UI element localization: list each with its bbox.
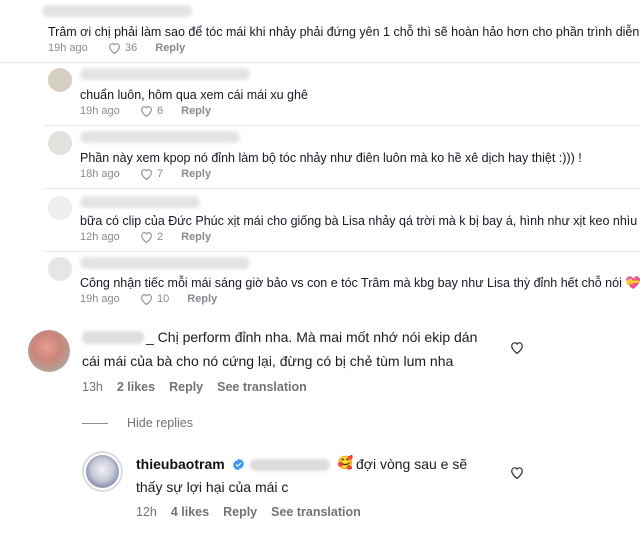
heart-icon [141,169,152,180]
reply-button[interactable]: Reply [181,105,211,117]
reply-text-line2: thấy sự lợi hại của mái c [136,479,289,495]
like-button[interactable]: 36 [108,42,137,54]
divider [44,188,640,189]
reply-button[interactable]: Reply [181,168,211,180]
reply-time: 12h [136,505,157,519]
see-translation-button[interactable]: See translation [217,380,307,394]
like-button[interactable]: 10 [140,293,169,305]
reply-meta: 12h ago 2 Reply [80,231,211,243]
emoji: 🥰 [337,455,354,470]
reply-text-line1: đợi vòng sau e sẽ [356,456,468,472]
avatar[interactable] [48,131,72,155]
avatar[interactable] [48,196,72,220]
avatar[interactable] [48,257,72,281]
reply-text: Phần này xem kpop nó đỉnh làm bộ tóc nhả… [80,151,582,165]
reply-meta: 19h ago 6 Reply [80,105,211,117]
comment-meta: 13h 2 likes Reply See translation [82,380,321,394]
avatar-thieubaotram[interactable] [82,451,123,492]
hide-replies-line [82,423,108,424]
comment-text-line1: _ Chị perform đỉnh nha. Mà mai mốt nhớ n… [146,329,478,345]
reply-username[interactable]: thieubaotram [136,456,225,472]
likes-count[interactable]: 4 likes [171,505,209,519]
like-count: 6 [157,105,164,117]
reply-button[interactable]: Reply [155,42,185,54]
avatar-image [84,453,121,490]
heart-icon [141,232,152,243]
comment-meta: 19h ago 36 Reply [48,42,185,54]
like-button[interactable] [510,466,524,484]
heart-icon [141,294,152,305]
reply-time: 19h ago [80,105,120,117]
reply-text: chuẩn luôn, hôm qua xem cái mái xu ghê [80,88,308,102]
blurred-username [80,196,200,208]
comment-time: 19h ago [48,42,88,54]
blurred-mention [250,459,330,471]
reply-button[interactable]: Reply [187,293,217,305]
verified-badge-icon [232,458,245,476]
reply-time: 19h ago [80,293,120,305]
avatar[interactable] [48,68,72,92]
reply-button[interactable]: Reply [223,505,257,519]
like-count: 36 [125,42,138,54]
avatar[interactable] [28,330,70,372]
heart-icon [141,106,152,117]
reply-button[interactable]: Reply [169,380,203,394]
blurred-username [80,68,250,80]
reply-meta: 19h ago 10 Reply [80,293,217,305]
see-translation-button[interactable]: See translation [271,505,361,519]
like-button[interactable] [510,341,524,359]
like-button[interactable]: 7 [140,168,163,180]
hide-replies-button[interactable]: Hide replies [127,416,193,430]
comment-time: 13h [82,380,103,394]
heart-icon [109,43,120,54]
likes-count[interactable]: 2 likes [117,380,155,394]
like-count: 2 [157,231,164,243]
blurred-username [82,331,144,344]
blurred-username [80,131,240,143]
comment-text: Trâm ơi chị phải làm sao để tóc mái khi … [48,25,640,39]
divider [44,125,640,126]
heart-icon [511,467,523,480]
like-button[interactable]: 6 [140,105,163,117]
like-count: 10 [157,293,170,305]
reply-time: 18h ago [80,168,120,180]
like-count: 7 [157,168,164,180]
divider [44,251,640,252]
reply-meta: 12h 4 likes Reply See translation [136,505,375,519]
reply-meta: 18h ago 7 Reply [80,168,211,180]
reply-text: Công nhận tiếc mỗi mái sáng giờ bảo vs c… [80,276,640,290]
blurred-username [42,5,192,17]
reply-time: 12h ago [80,231,120,243]
blurred-username [80,257,250,269]
divider [0,62,640,63]
like-button[interactable]: 2 [140,231,163,243]
reply-text: bữa có clip của Đức Phúc xịt mái cho giố… [80,214,640,228]
comment-text-line2: cái mái của bà cho nó cứng lại, đừng có … [82,353,454,369]
reply-button[interactable]: Reply [181,231,211,243]
heart-icon [511,342,523,355]
